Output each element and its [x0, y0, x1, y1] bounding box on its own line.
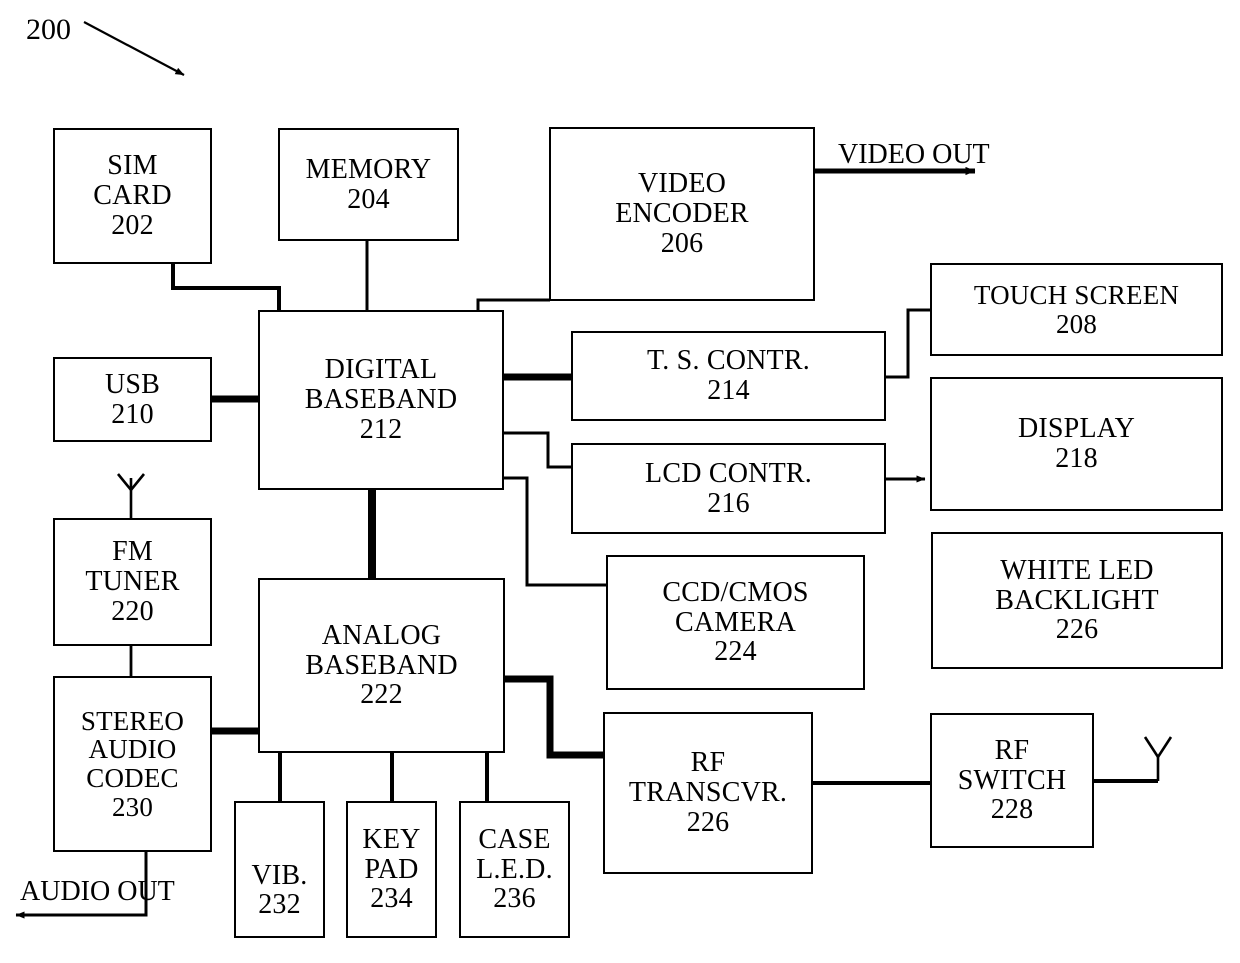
- block-white-led-backlight[interactable]: WHITE LED BACKLIGHT 226: [931, 532, 1223, 669]
- wire-ts-contr-to-touch-screen: [885, 308, 931, 379]
- block-sim-card[interactable]: SIM CARD 202: [53, 128, 212, 264]
- block-usb[interactable]: USB 210: [53, 357, 212, 442]
- block-key-pad[interactable]: KEY PAD 234: [346, 801, 437, 938]
- figure-leader-line: [83, 21, 185, 76]
- wire-baseband-to-lcd-contr: [503, 431, 572, 469]
- diagram-canvas: 200 VIDEO OUT AUDIO OUT SIM CARD 202 MEM…: [0, 0, 1240, 963]
- block-rf-transcvr[interactable]: RF TRANSCVR. 226: [603, 712, 813, 874]
- block-touch-screen[interactable]: TOUCH SCREEN 208: [930, 263, 1223, 356]
- block-case-led[interactable]: CASE L.E.D. 236: [459, 801, 570, 938]
- wire-analog-baseband-to-rf-transcvr: [504, 675, 604, 759]
- block-stereo-audio-codec[interactable]: STEREO AUDIO CODEC 230: [53, 676, 212, 852]
- figure-number: 200: [26, 13, 71, 46]
- block-display[interactable]: DISPLAY 218: [930, 377, 1223, 511]
- block-digital-baseband[interactable]: DIGITAL BASEBAND 212: [258, 310, 504, 490]
- block-vib[interactable]: VIB. 232: [234, 801, 325, 938]
- audio-out-label: AUDIO OUT: [20, 876, 175, 907]
- wire-sim-to-baseband: [171, 263, 281, 311]
- block-video-encoder[interactable]: VIDEO ENCODER 206: [549, 127, 815, 301]
- block-lcd-contr[interactable]: LCD CONTR. 216: [571, 443, 886, 534]
- video-out-label: VIDEO OUT: [838, 139, 990, 170]
- block-fm-tuner[interactable]: FM TUNER 220: [53, 518, 212, 646]
- block-analog-baseband[interactable]: ANALOG BASEBAND 222: [258, 578, 505, 753]
- block-memory[interactable]: MEMORY 204: [278, 128, 459, 241]
- block-ts-contr[interactable]: T. S. CONTR. 214: [571, 331, 886, 421]
- rf-antenna-icon: [1143, 736, 1173, 760]
- block-rf-switch[interactable]: RF SWITCH 228: [930, 713, 1094, 848]
- block-ccd-cmos-camera[interactable]: CCD/CMOS CAMERA 224: [606, 555, 865, 690]
